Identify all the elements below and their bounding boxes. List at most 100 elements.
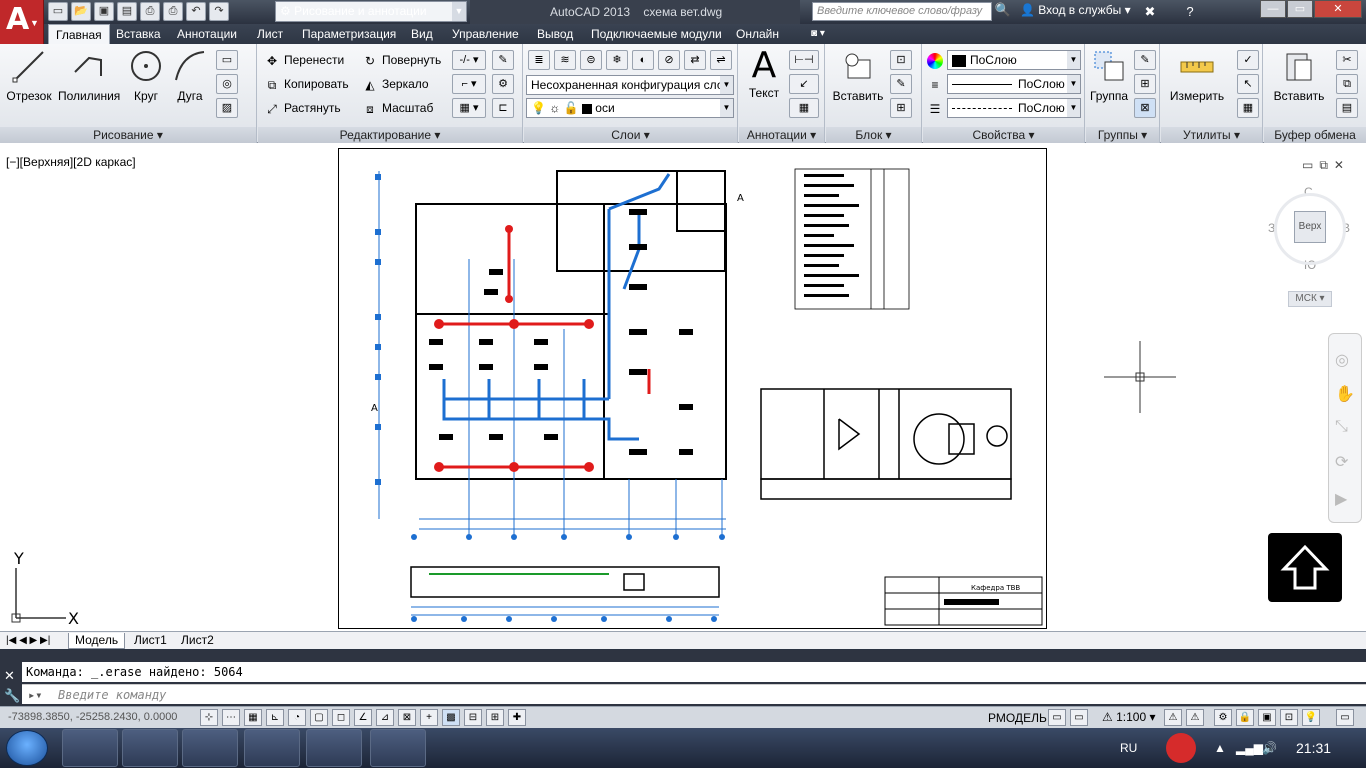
tab-annotate[interactable]: Аннотации	[170, 24, 244, 44]
line-button[interactable]: Отрезок	[6, 48, 52, 103]
clipboard-panel-title[interactable]: Буфер обмена	[1264, 127, 1366, 143]
save-as-icon[interactable]: ▤	[117, 2, 137, 21]
restore-icon[interactable]: ⧉	[1319, 158, 1328, 173]
calculator-icon[interactable]: ▦	[1237, 98, 1259, 118]
help-icon[interactable]: ?	[1180, 2, 1200, 21]
scale-button[interactable]: ⧈ Масштаб	[362, 98, 433, 118]
search-input[interactable]: Введите ключевое слово/фразу	[812, 2, 992, 21]
group-edit-icon[interactable]: ⊞	[1134, 74, 1156, 94]
draw-panel-title[interactable]: Рисование ▾	[0, 127, 256, 143]
tab-output[interactable]: Вывод	[530, 24, 580, 44]
overlay-app-tile[interactable]	[1268, 533, 1342, 602]
viewport-controls[interactable]: [−][Верхняя][2D каркас]	[6, 155, 136, 169]
layer-walk-icon[interactable]: ⇌	[710, 50, 732, 70]
lineweight-select[interactable]: ПоСлою ▼	[947, 74, 1081, 94]
lineweight-toggle-icon[interactable]: +	[420, 709, 438, 726]
trim-icon[interactable]: -/- ▾	[452, 50, 486, 70]
block-panel-title[interactable]: Блок ▾	[826, 127, 921, 143]
explode-icon[interactable]: ⚙	[492, 74, 514, 94]
tab-parametric[interactable]: Параметризация	[295, 24, 403, 44]
save-icon[interactable]: ▣	[94, 2, 114, 21]
minimize-button[interactable]: —	[1260, 0, 1286, 18]
workspace-switch-icon[interactable]: ⚙	[1214, 709, 1232, 726]
am-icon[interactable]: ✚	[508, 709, 526, 726]
array-icon[interactable]: ▦ ▾	[452, 98, 486, 118]
close-button[interactable]: ✕	[1314, 0, 1362, 18]
redo-icon[interactable]: ↷	[209, 2, 229, 21]
network-icon[interactable]: ▂▄▆	[1236, 728, 1263, 768]
quick-select-icon[interactable]: ✓	[1237, 50, 1259, 70]
layer-properties-icon[interactable]: ≣	[528, 50, 550, 70]
attribute-icon[interactable]: ⊞	[890, 98, 912, 118]
command-input[interactable]: ▸▾ Введите команду	[22, 684, 1366, 704]
showmotion-icon[interactable]: ▶	[1335, 489, 1347, 509]
ducs-icon[interactable]: ⊿	[376, 709, 394, 726]
layer-isolate-icon[interactable]: ⊜	[580, 50, 602, 70]
ortho-icon[interactable]: ⊾	[266, 709, 284, 726]
layers-panel-title[interactable]: Слои ▾	[524, 127, 737, 143]
select-all-icon[interactable]: ↖	[1237, 74, 1259, 94]
hardware-acceleration-icon[interactable]: ▣	[1258, 709, 1276, 726]
drawing-quickview-icon[interactable]: ▭	[1070, 709, 1088, 726]
layout-quickview-icon[interactable]: ▭	[1048, 709, 1066, 726]
otrack-icon[interactable]: ∠	[354, 709, 372, 726]
edit-block-icon[interactable]: ✎	[890, 74, 912, 94]
pan-icon[interactable]: ✋	[1335, 384, 1355, 404]
tab-layout[interactable]: Лист	[250, 24, 290, 44]
polyline-button[interactable]: Полилиния	[58, 48, 120, 103]
3dosnap-icon[interactable]: ◻	[332, 709, 350, 726]
modify-panel-title[interactable]: Редактирование ▾	[258, 127, 522, 143]
close-icon[interactable]: ✕	[1334, 158, 1344, 173]
polar-icon[interactable]: ◔	[288, 709, 306, 726]
word-taskbar-icon[interactable]	[306, 729, 362, 767]
paint-taskbar-icon[interactable]	[370, 729, 426, 767]
autocad-taskbar-icon[interactable]	[244, 729, 300, 767]
paste-button[interactable]: Вставить	[1268, 48, 1330, 103]
ungroup-icon[interactable]: ✎	[1134, 50, 1156, 70]
create-block-icon[interactable]: ⊡	[890, 50, 912, 70]
volume-icon[interactable]: 🔊	[1262, 728, 1277, 768]
grid-icon[interactable]: ▦	[244, 709, 262, 726]
annotation-scale[interactable]: ⚠ 1:100 ▾	[1102, 710, 1156, 724]
tab-view[interactable]: Вид	[404, 24, 440, 44]
group-selection-icon[interactable]: ⊠	[1134, 98, 1156, 118]
copy-button[interactable]: ⧉ Копировать	[264, 74, 349, 94]
layer-freeze-icon[interactable]: ❄	[606, 50, 628, 70]
steering-wheel-icon[interactable]: ◎	[1335, 350, 1349, 370]
model-toggle[interactable]: РМОДЕЛЬ	[988, 711, 1047, 725]
annotation-visibility-icon[interactable]: ⚠	[1164, 709, 1182, 726]
login-button[interactable]: 👤 Вход в службы ▾	[1020, 3, 1131, 17]
utilities-panel-title[interactable]: Утилиты ▾	[1161, 127, 1262, 143]
osnap-icon[interactable]: ▢	[310, 709, 328, 726]
annotation-panel-title[interactable]: Аннотации ▾	[739, 127, 824, 143]
fillet-icon[interactable]: ⌐ ▾	[452, 74, 486, 94]
coordinates-readout[interactable]: -73898.3850, -25258.2430, 0.0000	[8, 711, 177, 723]
qp-icon[interactable]: ⊟	[464, 709, 482, 726]
ucs-menu[interactable]: МСК ▾	[1288, 291, 1332, 307]
match-properties-icon[interactable]	[927, 50, 947, 70]
dyn-icon[interactable]: ⊠	[398, 709, 416, 726]
color-select[interactable]: ПоСлою ▼	[947, 50, 1081, 70]
volume-app-taskbar-icon[interactable]	[182, 729, 238, 767]
orbit-icon[interactable]: ⟳	[1335, 452, 1348, 472]
new-icon[interactable]: ▭	[48, 2, 68, 21]
group-button[interactable]: Группа	[1088, 48, 1130, 103]
autoscale-icon[interactable]: ⚠	[1186, 709, 1204, 726]
tab-home[interactable]: Главная	[48, 24, 110, 44]
erase-icon[interactable]: ✎	[492, 50, 514, 70]
cut-icon[interactable]: ✂	[1336, 50, 1358, 70]
plot-icon[interactable]: ⎙	[140, 2, 160, 21]
dimension-icon[interactable]: ⊢⊣	[789, 50, 819, 70]
application-menu-button[interactable]: A ▼	[0, 0, 44, 44]
tray-arrow-icon[interactable]: ▲	[1214, 728, 1226, 768]
linetype-select[interactable]: ПоСлою ▼	[947, 98, 1081, 118]
close-icon[interactable]: ✕	[4, 668, 15, 684]
hatch-icon[interactable]: ▨	[216, 98, 238, 118]
layout-nav-icons[interactable]: |◀ ◀ ▶ ▶|	[6, 633, 50, 648]
status-menu-icon[interactable]: ▭	[1336, 709, 1354, 726]
drawing-area[interactable]: [−][Верхняя][2D каркас] Y X А А Кафедра …	[0, 143, 1366, 631]
lock-ui-icon[interactable]: 🔒	[1236, 709, 1254, 726]
viewcube-top-face[interactable]: Верх	[1294, 211, 1326, 243]
properties-panel-title[interactable]: Свойства ▾	[923, 127, 1084, 143]
rectangle-icon[interactable]: ▭	[216, 50, 238, 70]
